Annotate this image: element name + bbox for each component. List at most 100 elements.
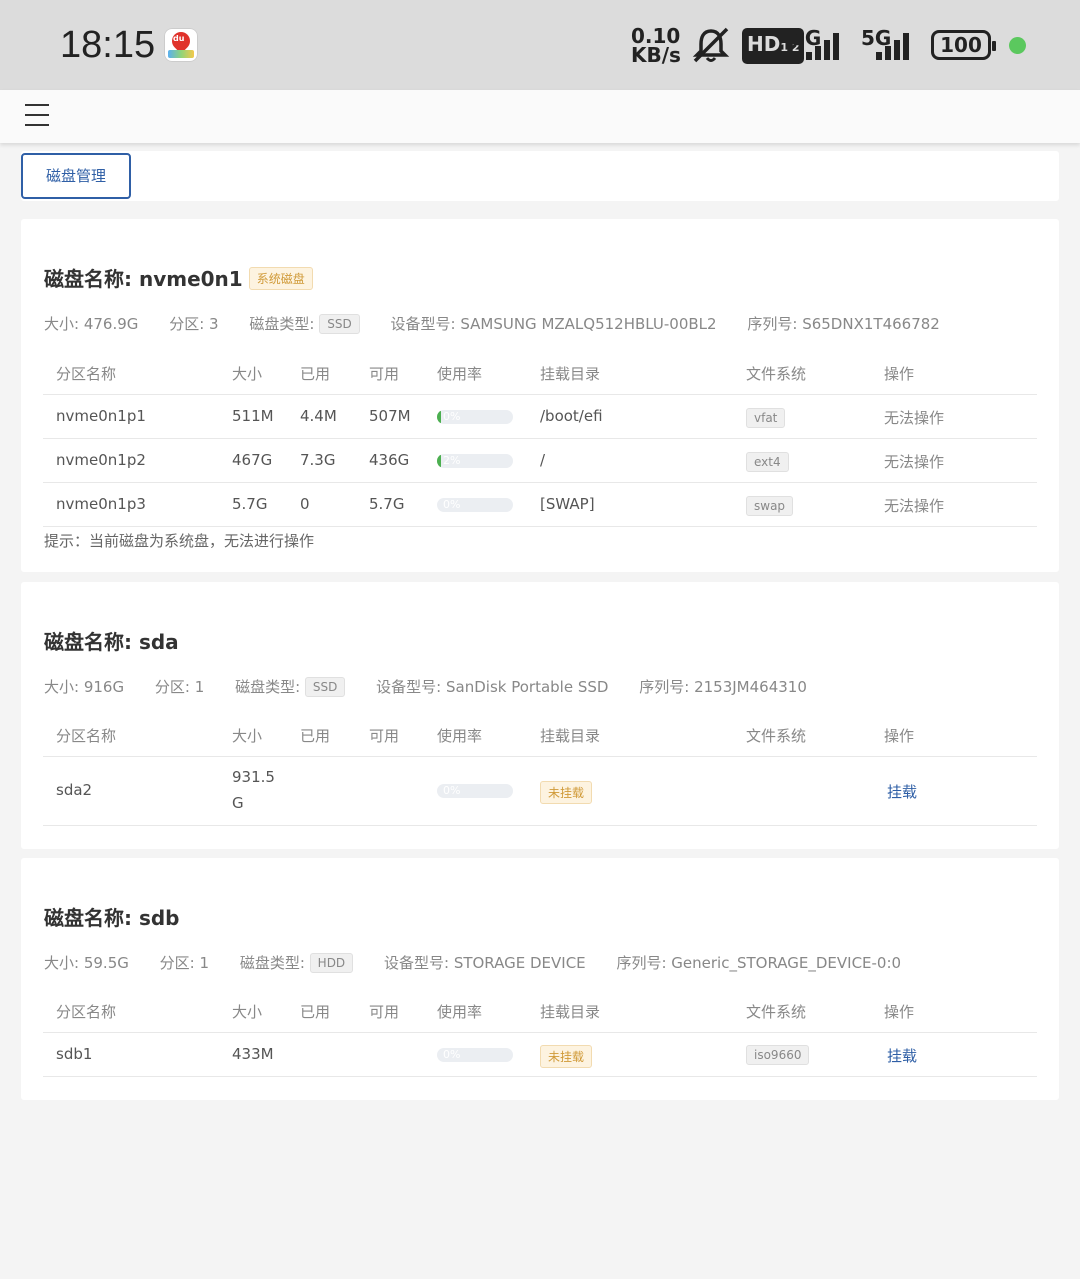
table-header: 分区名称 大小 已用 可用 使用率 挂载目录 文件系统 操作 [43, 989, 1037, 1033]
th-used: 已用 [300, 727, 331, 745]
th-size: 大小 [232, 365, 263, 383]
cell-mount: /boot/efi [540, 407, 603, 425]
table-row: nvme0n1p3 5.7G 0 5.7G 0% [SWAP] swap 无法操… [43, 483, 1037, 527]
th-op: 操作 [884, 365, 915, 383]
cell-mount: / [540, 451, 546, 469]
system-disk-hint: 提示：当前磁盘为系统盘，无法进行操作 [44, 532, 315, 550]
status-bar: 18:15 du 0.10 KB/s HD1 2 5G 5G 100 [0, 0, 1080, 90]
disk-type-tag: SSD [319, 314, 360, 334]
meta-partitions-label: 分区: [159, 954, 195, 972]
meta-serial-value: S65DNX1T466782 [802, 315, 940, 333]
table-header: 分区名称 大小 已用 可用 使用率 挂载目录 文件系统 操作 [43, 713, 1037, 757]
usage-progress-text: 2% [443, 454, 461, 467]
table-row: sda2 931.5 G 0% 未挂载 挂载 [43, 757, 1037, 826]
disk-card-sda: 磁盘名称: sda 大小: 916G 分区: 1 磁盘类型: SSD 设备型号:… [21, 582, 1059, 849]
table-row: nvme0n1p2 467G 7.3G 436G 2% / ext4 无法操作 [43, 439, 1037, 483]
usage-progress-bar: 0% [437, 498, 513, 512]
th-mount: 挂载目录 [540, 365, 601, 383]
tab-disk-management[interactable]: 磁盘管理 [21, 153, 131, 199]
disk-type-tag: SSD [304, 677, 346, 697]
meta-partitions-value: 1 [199, 954, 210, 972]
disk-meta: 大小: 476.9G 分区: 3 磁盘类型: SSD 设备型号: SAMSUNG… [44, 313, 966, 334]
usage-progress-fill [437, 410, 441, 424]
th-op: 操作 [884, 1003, 915, 1021]
cell-op: 无法操作 [884, 409, 945, 427]
cell-size: 5.7G [232, 495, 268, 513]
th-usage: 使用率 [437, 1003, 483, 1021]
cell-size: 467G [232, 451, 273, 469]
tab-bar: 磁盘管理 [21, 151, 1059, 201]
disk-title: 磁盘名称: sdb [44, 902, 180, 931]
hd-label: HD [747, 32, 781, 56]
th-fs: 文件系统 [746, 727, 807, 745]
th-usage: 使用率 [437, 365, 483, 383]
disk-card-sdb: 磁盘名称: sdb 大小: 59.5G 分区: 1 磁盘类型: HDD 设备型号… [21, 858, 1059, 1100]
meta-partitions-value: 3 [209, 315, 219, 333]
th-fs: 文件系统 [746, 1003, 807, 1021]
disk-title: 磁盘名称: sda [44, 626, 179, 655]
usage-progress-bar: 0% [437, 784, 513, 798]
meta-model-value: SAMSUNG MZALQ512HBLU-00BL2 [460, 315, 717, 333]
network-speed-unit: KB/s [631, 43, 681, 67]
map-pin-icon: du [164, 28, 198, 62]
cell-used: 7.3G [300, 451, 336, 469]
network-speed: 0.10 KB/s [631, 26, 681, 67]
usage-progress-text: 0% [443, 1048, 461, 1061]
meta-partitions-label: 分区: [154, 678, 190, 696]
th-op: 操作 [884, 727, 915, 745]
usage-progress-text: 0% [443, 784, 461, 797]
meta-model-label: 设备型号: [376, 678, 442, 696]
meta-size-label: 大小: [44, 315, 80, 333]
table-row: nvme0n1p1 511M 4.4M 507M 0% /boot/efi vf… [43, 395, 1037, 439]
cell-size: 511M [232, 407, 274, 425]
mount-button[interactable]: 挂载 [887, 1045, 917, 1066]
cell-size-line2: G [232, 794, 244, 812]
disk-meta: 大小: 916G 分区: 1 磁盘类型: SSD 设备型号: SanDisk P… [44, 676, 833, 697]
system-disk-badge: 系统磁盘 [248, 267, 313, 290]
signal-strength-icon [806, 30, 839, 60]
disk-type-tag: HDD [309, 953, 354, 973]
meta-model-label: 设备型号: [390, 315, 456, 333]
meta-serial-label: 序列号: [639, 678, 690, 696]
th-name: 分区名称 [56, 1003, 117, 1021]
disk-title: 磁盘名称: nvme0n1 系统磁盘 [44, 263, 313, 292]
usage-progress-text: 0% [443, 410, 461, 423]
cell-used: 4.4M [300, 407, 337, 425]
partition-table: 分区名称 大小 已用 可用 使用率 挂载目录 文件系统 操作 sda2 931.… [43, 713, 1037, 826]
th-fs: 文件系统 [746, 365, 807, 383]
cell-name: nvme0n1p2 [56, 451, 146, 469]
disk-title-text: 磁盘名称: nvme0n1 [44, 267, 243, 291]
cell-mount: [SWAP] [540, 495, 595, 513]
cell-avail: 436G [369, 451, 410, 469]
disk-title-text: 磁盘名称: sda [44, 630, 179, 654]
th-name: 分区名称 [56, 727, 117, 745]
th-usage: 使用率 [437, 727, 483, 745]
meta-size-value: 476.9G [83, 315, 139, 333]
meta-model-value: SanDisk Portable SSD [446, 678, 609, 696]
battery-icon: 100 [931, 30, 996, 60]
cell-name: nvme0n1p3 [56, 495, 146, 513]
signal-strength-icon-2 [876, 30, 909, 60]
disk-title-text: 磁盘名称: sdb [44, 906, 180, 930]
top-navbar [0, 90, 1080, 143]
cell-name: sdb1 [56, 1045, 93, 1063]
meta-serial-label: 序列号: [747, 315, 798, 333]
mount-button[interactable]: 挂载 [887, 781, 917, 802]
cell-name: sda2 [56, 781, 93, 799]
meta-partitions-label: 分区: [169, 315, 205, 333]
hamburger-menu-icon[interactable] [25, 104, 49, 126]
privacy-indicator-dot [1009, 37, 1026, 54]
usage-progress-bar: 0% [437, 410, 513, 424]
meta-disk-type-label: 磁盘类型: [239, 954, 305, 972]
fs-tag: swap [746, 496, 794, 516]
fs-tag: iso9660 [746, 1045, 810, 1065]
disk-meta: 大小: 59.5G 分区: 1 磁盘类型: HDD 设备型号: STORAGE … [44, 952, 927, 973]
th-avail: 可用 [369, 727, 400, 745]
status-time: 18:15 [60, 24, 156, 66]
meta-serial-label: 序列号: [616, 954, 667, 972]
meta-model-label: 设备型号: [383, 954, 450, 972]
cell-op: 无法操作 [884, 497, 945, 515]
mute-bell-icon [692, 27, 730, 63]
table-header: 分区名称 大小 已用 可用 使用率 挂载目录 文件系统 操作 [43, 351, 1037, 395]
cell-avail: 507M [369, 407, 411, 425]
